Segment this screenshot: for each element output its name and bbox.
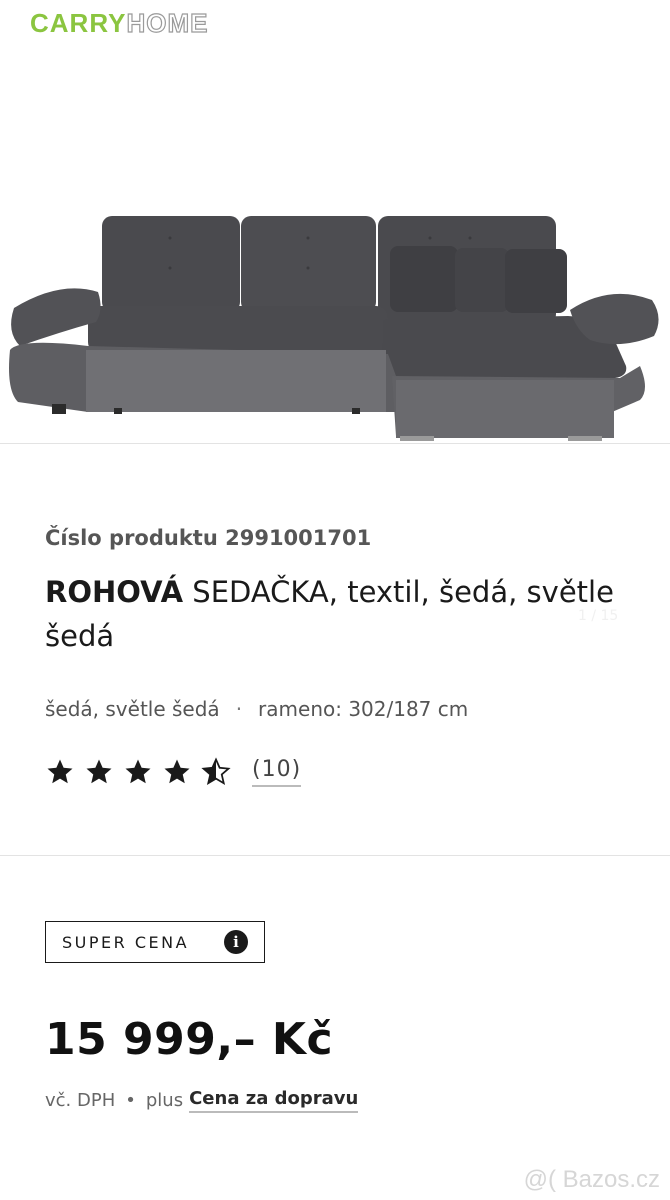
star-full-icon xyxy=(125,759,151,784)
star-half-icon xyxy=(201,757,231,786)
rating[interactable]: (10) xyxy=(45,757,302,787)
tax-note: vč. DPH xyxy=(45,1090,116,1111)
info-icon[interactable]: i xyxy=(224,930,248,954)
watermark: @( Bazos.cz xyxy=(523,1166,660,1193)
star-full-icon xyxy=(164,759,190,784)
shipping-cost-link[interactable]: Cena za dopravu xyxy=(189,1088,359,1113)
logo-text-carry: CARRY xyxy=(30,7,127,38)
divider xyxy=(0,855,670,856)
badge-label: SUPER CENA xyxy=(62,932,190,952)
bullet-separator: • xyxy=(125,1090,136,1111)
product-color: šedá, světle šedá xyxy=(45,697,220,721)
product-price: 15 999,– Kč xyxy=(45,1014,334,1065)
rating-count-link[interactable]: (10) xyxy=(252,757,302,787)
product-title-bold: ROHOVÁ xyxy=(45,575,184,609)
product-dimensions: rameno: 302/187 cm xyxy=(258,697,469,721)
tax-row: vč. DPH • plus Cena za dopravu xyxy=(45,1088,359,1113)
brand-logo[interactable]: CARRY HOME xyxy=(30,6,208,40)
product-title: ROHOVÁ SEDAČKA, textil, šedá, světle šed… xyxy=(45,570,625,658)
product-variant-row: šedá, světle šedá · rameno: 302/187 cm xyxy=(45,697,468,721)
star-full-icon xyxy=(86,759,112,784)
product-image[interactable] xyxy=(0,150,670,450)
divider xyxy=(0,443,670,444)
logo-text-home: HOME xyxy=(126,7,209,38)
separator-dot: · xyxy=(235,697,243,721)
product-number: Číslo produktu 2991001701 xyxy=(45,526,372,550)
super-price-badge[interactable]: SUPER CENA i xyxy=(45,921,265,963)
sofa-illustration xyxy=(9,216,659,441)
plus-text: plus xyxy=(145,1090,184,1111)
star-full-icon xyxy=(47,759,73,784)
